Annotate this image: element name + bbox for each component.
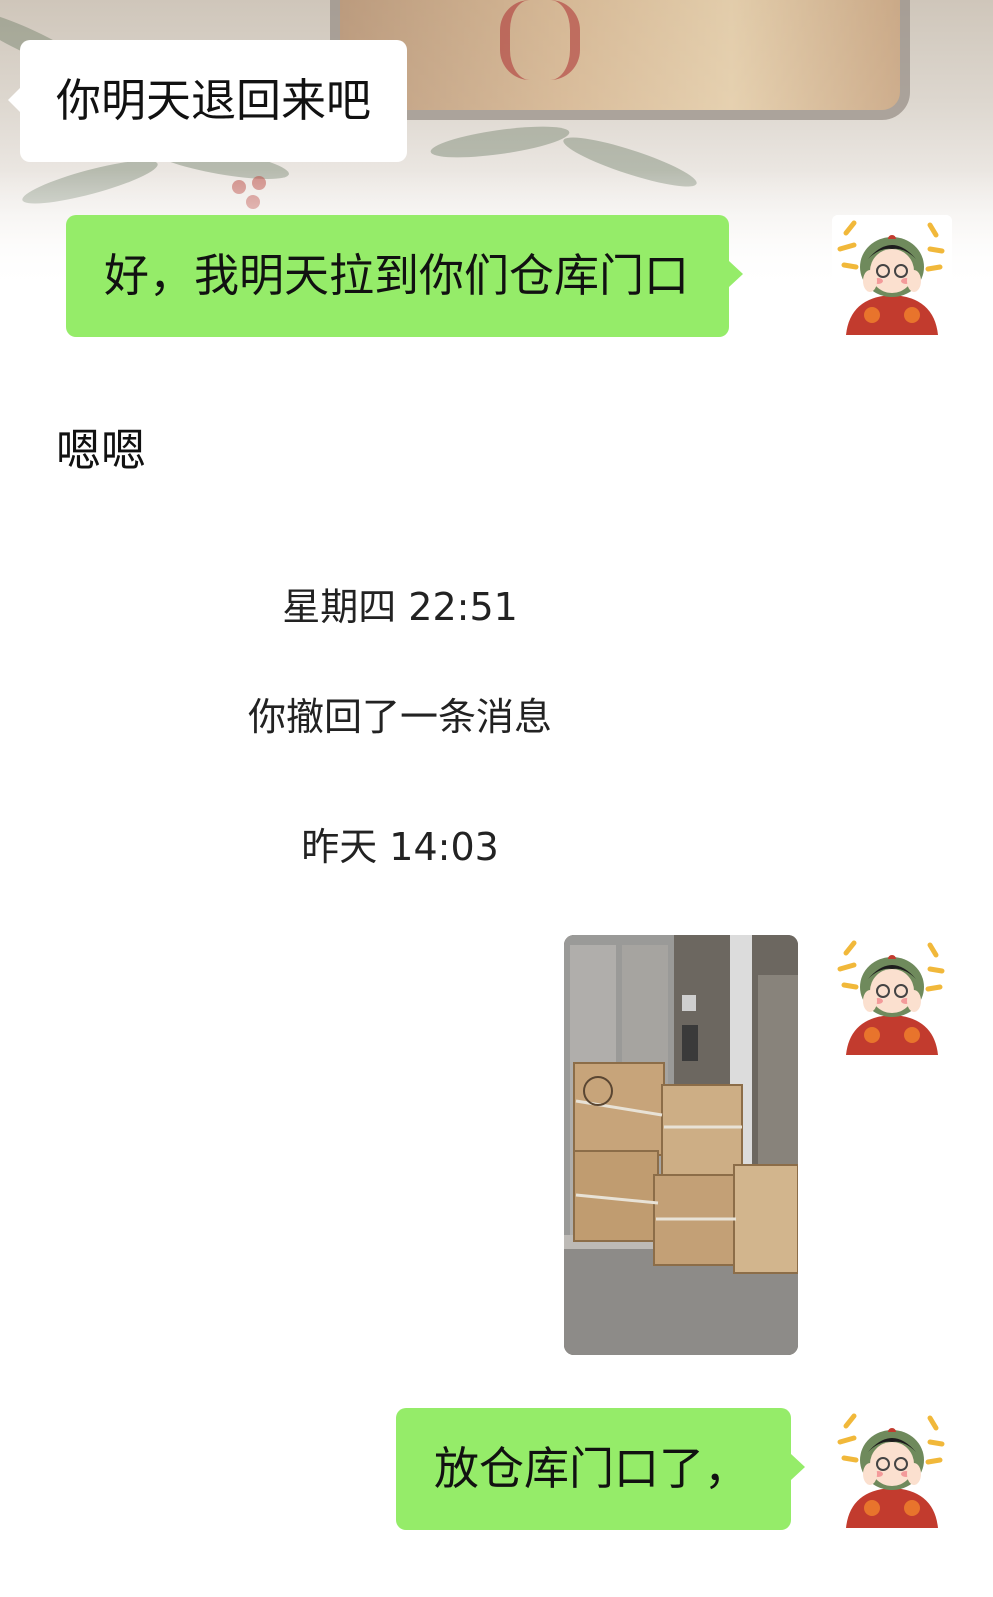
incoming-message-bubble[interactable]: 你明天退回来吧 xyxy=(7,40,408,162)
cartoon-girl-avatar-icon xyxy=(832,215,952,335)
timestamp: 昨天 14:03 xyxy=(301,825,499,869)
outgoing-message-bubble[interactable]: 放仓库门口了， xyxy=(396,1408,806,1530)
my-avatar[interactable] xyxy=(832,1408,952,1528)
message-text: 好，我明天拉到你们仓库门口 xyxy=(104,249,690,302)
my-avatar[interactable] xyxy=(832,215,952,335)
message-text: 你明天退回来吧 xyxy=(56,74,372,127)
background-ribbon xyxy=(500,0,580,80)
my-avatar[interactable] xyxy=(832,935,952,1055)
background-leaf xyxy=(429,120,571,164)
boxes-photo xyxy=(564,935,798,1355)
timestamp: 星期四 22:51 xyxy=(282,585,518,629)
cartoon-girl-avatar-icon xyxy=(832,1408,952,1528)
recall-notice[interactable]: 你撤回了一条消息 xyxy=(0,698,800,736)
cartoon-girl-avatar-icon xyxy=(832,935,952,1055)
message-text: 放仓库门口了， xyxy=(434,1442,750,1495)
image-message[interactable] xyxy=(564,935,798,1355)
incoming-message-text[interactable]: 嗯嗯 xyxy=(56,428,146,473)
outgoing-message-bubble[interactable]: 好，我明天拉到你们仓库门口 xyxy=(66,215,744,337)
background-frame xyxy=(330,0,910,120)
